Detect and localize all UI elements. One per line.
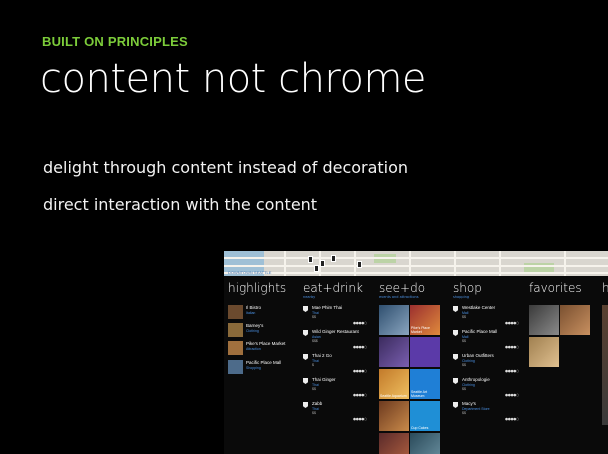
thumbnail bbox=[228, 360, 243, 374]
item-category: Attraction bbox=[246, 346, 261, 351]
map-pin-icon[interactable] bbox=[314, 265, 319, 272]
bookmark-icon bbox=[303, 306, 308, 312]
slide-title: content not chrome bbox=[40, 56, 427, 102]
bullet-1: delight through content instead of decor… bbox=[43, 158, 409, 177]
favorite-tile[interactable] bbox=[529, 337, 559, 367]
bookmark-icon bbox=[303, 354, 308, 360]
map-banner[interactable]: DOWNTOWN SEATTLE bbox=[224, 251, 608, 276]
tile[interactable]: Pike's Place Market bbox=[410, 305, 440, 335]
item-price: $$ bbox=[462, 363, 466, 367]
bookmark-icon bbox=[453, 330, 458, 336]
favorite-tile[interactable] bbox=[560, 305, 590, 335]
section-eat-drink: eat+drink nearby Mae Phim Thai Thai $$ ●… bbox=[303, 281, 367, 421]
rating-stars: ●●●●○ bbox=[505, 345, 519, 349]
section-subtitle: events and attractions bbox=[379, 295, 419, 299]
rating-stars: ●●●●○ bbox=[353, 393, 367, 397]
list-item[interactable]: Urban Outfitters Clothing $$ bbox=[453, 353, 494, 368]
section-title[interactable]: h bbox=[602, 281, 608, 295]
rating-stars: ●●●●○ bbox=[505, 369, 519, 373]
bookmark-icon bbox=[303, 378, 308, 384]
thumbnail bbox=[228, 341, 243, 355]
list-item[interactable]: Pike's Place Market Attraction bbox=[228, 341, 285, 355]
rating-stars: ●●●●○ bbox=[353, 369, 367, 373]
section-next: h bbox=[602, 281, 608, 295]
list-item[interactable]: Macy's Department Store $$ bbox=[453, 401, 490, 416]
rating-stars: ●●●●○ bbox=[505, 321, 519, 325]
item-price: $$ bbox=[312, 411, 316, 415]
next-section-preview bbox=[602, 305, 608, 425]
rating-stars: ●●●●○ bbox=[353, 345, 367, 349]
item-price: $$ bbox=[462, 315, 466, 319]
item-price: $$ bbox=[462, 411, 466, 415]
list-item[interactable]: Westlake Center Mall $$ bbox=[453, 305, 495, 320]
map-pin-icon[interactable] bbox=[357, 261, 362, 268]
tile[interactable] bbox=[379, 305, 409, 335]
bullet-2: direct interaction with the content bbox=[43, 195, 318, 214]
section-title[interactable]: see+do bbox=[379, 281, 425, 295]
section-subtitle: nearby bbox=[303, 295, 316, 299]
list-item[interactable]: Mae Phim Thai Thai $$ bbox=[303, 305, 342, 320]
list-item[interactable]: Thai Ginger Thai $$ bbox=[303, 377, 336, 392]
section-title[interactable]: favorites bbox=[529, 281, 582, 295]
map-pin-icon[interactable] bbox=[308, 256, 313, 263]
rating-stars: ●●●●○ bbox=[505, 417, 519, 421]
list-item[interactable]: Pacific Place Mall Mall $$ bbox=[453, 329, 497, 344]
item-category: Clothing bbox=[246, 328, 259, 333]
rating-stars: ●●●●○ bbox=[353, 321, 367, 325]
bookmark-icon bbox=[453, 306, 458, 312]
item-price: $$ bbox=[462, 387, 466, 391]
list-item[interactable]: Pacific Place Mall Shopping bbox=[228, 360, 281, 374]
section-see-do: see+do events and attractions bbox=[379, 281, 425, 300]
bookmark-icon bbox=[303, 330, 308, 336]
tile[interactable] bbox=[379, 337, 409, 367]
list-item[interactable]: Zabb Thai $$ bbox=[303, 401, 322, 416]
map-pin-icon[interactable] bbox=[331, 255, 336, 262]
rating-stars: ●●●●○ bbox=[505, 393, 519, 397]
section-title[interactable]: eat+drink bbox=[303, 281, 363, 295]
list-item[interactable]: Anthropologie Clothing $$ bbox=[453, 377, 490, 392]
tile[interactable] bbox=[410, 433, 440, 454]
section-title[interactable]: shop bbox=[453, 281, 482, 295]
item-category: Italian bbox=[246, 310, 256, 315]
section-shop: shop shopping Westlake Center Mall $$ ●●… bbox=[453, 281, 519, 421]
tile[interactable] bbox=[379, 433, 409, 454]
list-item[interactable]: Thai 2 Go Thai $ bbox=[303, 353, 332, 368]
thumbnail bbox=[228, 305, 243, 319]
list-item[interactable]: Il Bistro Italian bbox=[228, 305, 261, 319]
map-location-label: DOWNTOWN SEATTLE bbox=[228, 270, 272, 275]
rating-stars: ●●●●○ bbox=[353, 417, 367, 421]
eyebrow-label: BUILT ON PRINCIPLES bbox=[42, 34, 188, 49]
section-favorites: favorites bbox=[529, 281, 582, 295]
item-price: $$ bbox=[312, 315, 316, 319]
map-pin-icon[interactable] bbox=[320, 260, 325, 267]
list-item[interactable]: Barney's Clothing bbox=[228, 323, 263, 337]
section-highlights: highlights Il Bistro Italian Barney's Cl… bbox=[228, 281, 286, 374]
app-screenshot: DOWNTOWN SEATTLE highlights Il Bistro It… bbox=[224, 251, 608, 454]
tile[interactable]: Cup Cakes bbox=[410, 401, 440, 431]
list-item[interactable]: Wild Ginger Restaurant Asian $$$ bbox=[303, 329, 359, 344]
item-price: $$ bbox=[462, 339, 466, 343]
section-subtitle: shopping bbox=[453, 295, 470, 299]
item-category: Shopping bbox=[246, 365, 261, 370]
bookmark-icon bbox=[453, 402, 458, 408]
bookmark-icon bbox=[453, 378, 458, 384]
favorite-tile[interactable] bbox=[529, 305, 559, 335]
tile[interactable]: Seattle Art Museum bbox=[410, 369, 440, 399]
item-price: $$ bbox=[312, 387, 316, 391]
section-title[interactable]: highlights bbox=[228, 281, 286, 295]
bookmark-icon bbox=[453, 354, 458, 360]
bookmark-icon bbox=[303, 402, 308, 408]
item-price: $ bbox=[312, 363, 314, 367]
item-price: $$$ bbox=[312, 339, 318, 343]
tile[interactable]: Seattle Aquarium bbox=[379, 369, 409, 399]
tile[interactable] bbox=[410, 337, 440, 367]
thumbnail bbox=[228, 323, 243, 337]
tile[interactable] bbox=[379, 401, 409, 431]
